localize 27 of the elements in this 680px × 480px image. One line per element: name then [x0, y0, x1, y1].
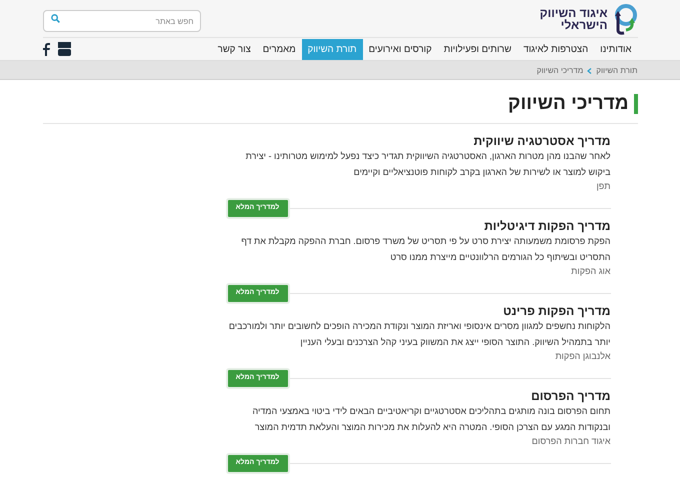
breadcrumb-current: מדריכי השיווק	[536, 64, 584, 76]
chevron-icon	[587, 68, 592, 74]
search-field[interactable]: חפש באתר	[42, 10, 200, 32]
logo-text[interactable]: הישראלי	[540, 18, 608, 30]
nav-tab[interactable]: צור קשר	[212, 38, 257, 60]
nav-tab[interactable]: שרותים ופעילויות	[438, 38, 518, 60]
guide-description: הפקת פרסומת משמעותה יצירת סרט על פי תסריט של משרד פרסום. חברת ההפקה מקבלת את דף התסריט ובשיתוף כל הגורמים הרלוונטיים מייצרת ממנו סרט	[240, 235, 610, 264]
guide-source: תפן	[595, 180, 610, 193]
breadcrumb-link[interactable]: תורת השיווק	[596, 64, 638, 76]
guide-title: מדריך אסטרטגיה שיווקית	[472, 134, 610, 148]
guide-source: איגוד חברות הפרסום	[530, 435, 610, 448]
logo-text[interactable]: איגוד השיווק	[540, 6, 608, 18]
guide-title: מדריך הפקות פרינט	[502, 304, 610, 318]
guide-description: תחום הפרסום בונה מותגים בתהליכים אסטרטגיים וקריאטיביים הבאים לידי ביטוי באמצעי המדיה ובנקודות המגע עם הצרכן הסופי. המטרה היא להעלות את מכירות המוצר והעלאת תדמית המוצר	[251, 405, 610, 434]
guide-description: לאחר שהבנו מהן מטרות הארגון, האסטרטגיה השיווקית תגדיר כיצד נפעל למימוש מטרותינו - יצירת ביקוש למוצר או לשירות של הארגון בקרב לקוחות פוטנציאליים וקיימים	[244, 150, 610, 179]
guide-description: הלקוחות נחשפים למגוון מסרים אינסופי ואריזת המוצר ונקודת המכירה הופכים לחשובים יותר ולמורכבים יותר בתמהיל השיווק. התוצר הסופי ייצג את המשווק בעיני קהל הצרכנים ובעלי העניין	[228, 320, 610, 349]
guide-source: אוג הפקות	[570, 265, 610, 278]
facebook-icon[interactable]	[42, 42, 50, 56]
guide-source: אלנבוגן הפקות	[554, 350, 610, 363]
nav-tab[interactable]: מאמרים	[256, 38, 302, 60]
nav-tab[interactable]: הצטרפות לאיגוד	[517, 38, 594, 60]
search-icon[interactable]	[50, 14, 60, 22]
page-title: מדריכי השיווק	[508, 94, 638, 114]
nav-tab[interactable]: קורסים ואירועים	[362, 38, 438, 60]
guide-title: מדריך הפרסום	[530, 389, 610, 403]
guide-title: מדריך הפקות דיגיטליות	[483, 219, 610, 233]
nav-tab[interactable]: אודותינו	[594, 38, 638, 60]
